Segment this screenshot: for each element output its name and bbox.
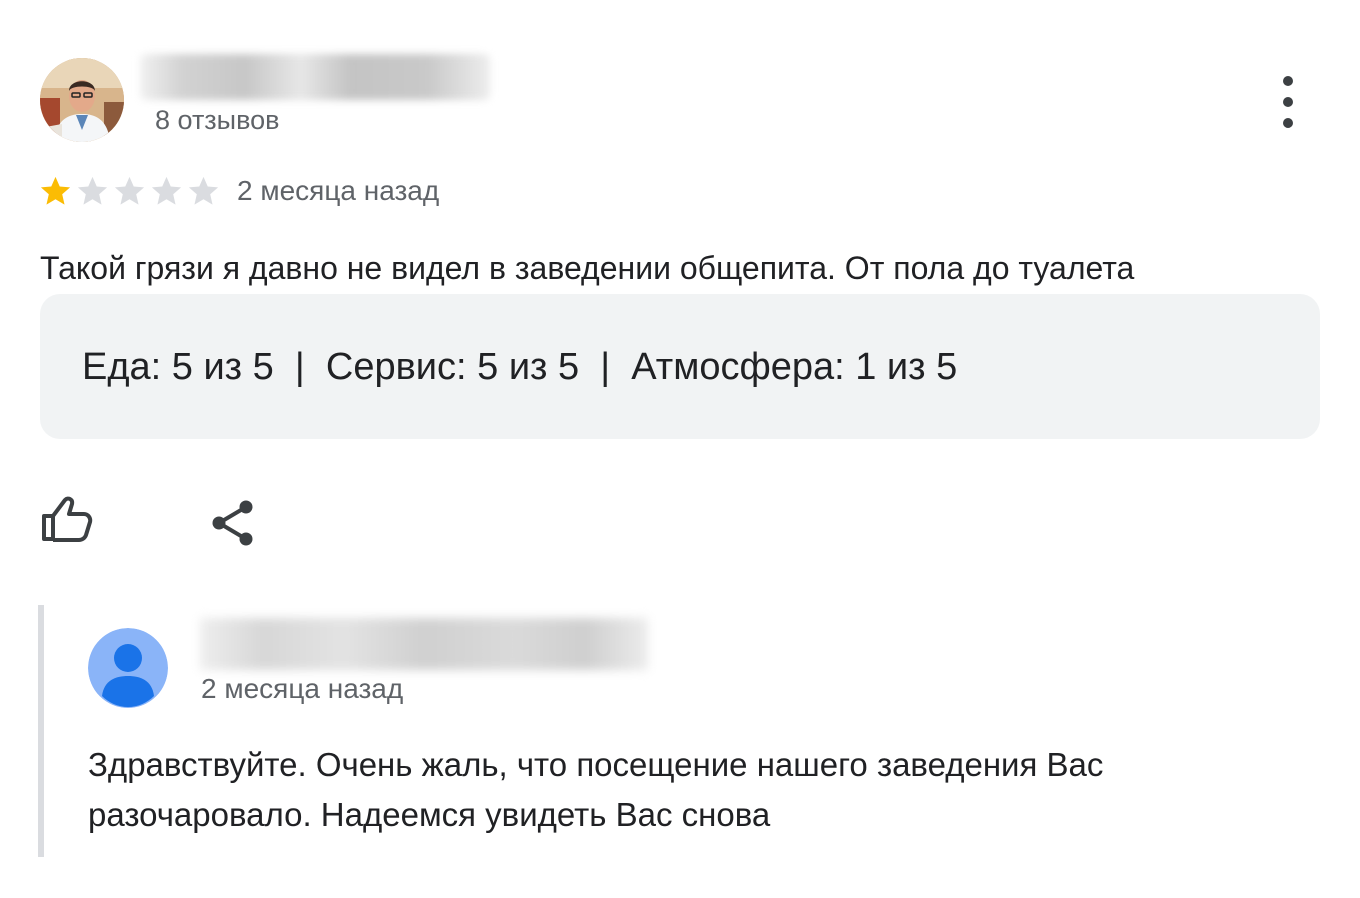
reply-text-line: разочаровало. Надеемся увидеть Вас снова — [88, 796, 771, 833]
share-icon — [212, 500, 253, 546]
profile-photo-icon — [40, 58, 124, 142]
owner-name-redacted — [200, 618, 648, 670]
like-button[interactable] — [38, 494, 94, 546]
owner-avatar[interactable] — [88, 628, 168, 708]
reply-text-line: Здравствуйте. Очень жаль, что посещение … — [88, 746, 1104, 783]
reply-text: Здравствуйте. Очень жаль, что посещение … — [88, 740, 1268, 840]
star-empty-icon — [114, 176, 145, 205]
star-rating — [38, 174, 221, 209]
more-vert-icon — [1283, 76, 1293, 86]
star-empty-icon — [151, 176, 182, 205]
review-text: Такой грязи я давно не видел в заведении… — [40, 250, 1135, 286]
thumb-up-icon — [42, 496, 93, 542]
sub-ratings-box: Еда: 5 из 5 | Сервис: 5 из 5 | Атмосфера… — [40, 294, 1320, 439]
author-reviews-count[interactable]: 8 отзывов — [155, 105, 280, 136]
star-empty-icon — [188, 176, 219, 205]
more-options-button[interactable] — [1268, 76, 1308, 128]
author-name-redacted[interactable] — [140, 54, 490, 100]
share-button[interactable] — [208, 498, 258, 548]
reply-date: 2 месяца назад — [201, 673, 404, 704]
sub-ratings-text: Еда: 5 из 5 | Сервис: 5 из 5 | Атмосфера… — [82, 346, 958, 388]
review-card: 8 отзывов 2 месяца назад Такой грязи я д… — [0, 0, 1360, 898]
review-date: 2 месяца назад — [237, 175, 440, 206]
reply-divider — [38, 605, 44, 857]
person-icon — [88, 628, 168, 708]
star-filled-icon — [40, 176, 71, 205]
star-empty-icon — [77, 176, 108, 205]
author-avatar[interactable] — [40, 58, 124, 142]
